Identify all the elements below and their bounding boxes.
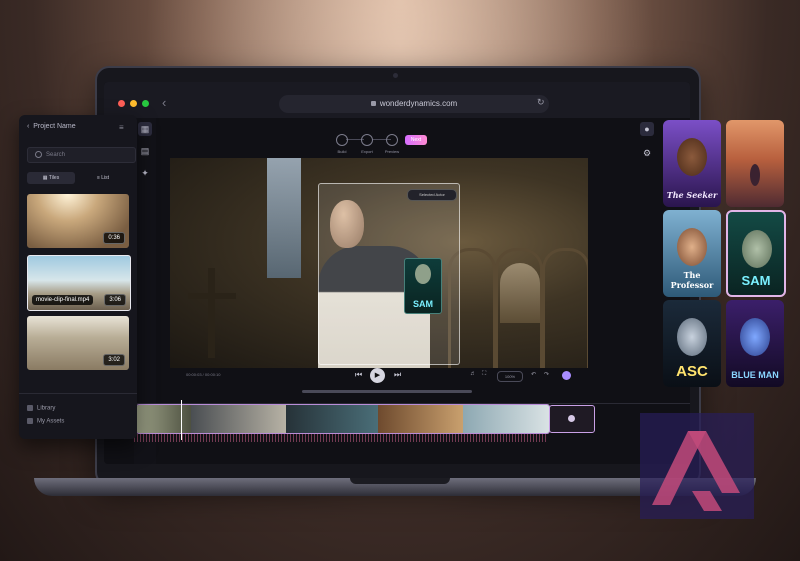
timeline-scrubber[interactable]	[302, 390, 472, 393]
character-figure	[677, 318, 707, 356]
sliders-icon[interactable]: ≡	[119, 123, 124, 132]
selected-actor-badge[interactable]: Selected Actor	[407, 189, 457, 201]
timeline-clip[interactable]	[378, 405, 463, 433]
list-icon: ≡	[96, 175, 100, 181]
character-name: The Professor	[670, 270, 714, 290]
stained-glass-window	[267, 158, 301, 278]
character-card-sam[interactable]: SAM	[726, 210, 786, 297]
character-figure	[677, 228, 707, 266]
arch	[495, 248, 543, 368]
character-card-blue-man[interactable]: BLUE MAN	[726, 300, 784, 387]
timeline-clip[interactable]	[463, 405, 549, 433]
back-arrow-icon[interactable]: ‹	[162, 95, 166, 110]
info-icon[interactable]	[562, 371, 571, 380]
character-name: ASC	[676, 363, 708, 380]
sam-character-thumbnail[interactable]: SAM	[404, 258, 442, 314]
clip-thumbnail[interactable]: 3:02	[27, 316, 129, 370]
audio-waveform	[134, 434, 548, 442]
skip-back-icon[interactable]: ⏮	[355, 370, 362, 380]
maximize-window-dot[interactable]	[142, 100, 149, 107]
character-figure	[750, 164, 760, 186]
clip-thumbnail-selected[interactable]: movie-clip-final.mp4 3:06	[27, 255, 131, 311]
laptop-notch	[350, 478, 450, 484]
mini-character-label: SAM	[413, 299, 433, 309]
character-figure	[740, 318, 770, 356]
clip-duration: 3:02	[103, 354, 125, 366]
settings-users-icon[interactable]: ⚙	[640, 146, 654, 160]
logo-watermark	[640, 413, 754, 519]
undo-icon[interactable]: ↶	[531, 371, 536, 378]
skip-forward-icon[interactable]: ⏭	[394, 370, 401, 380]
timeline-clip[interactable]	[286, 405, 378, 433]
add-clip-slot[interactable]	[549, 405, 595, 433]
character-card-asc[interactable]: ASC	[663, 300, 721, 387]
redo-icon[interactable]: ↷	[544, 371, 549, 378]
character-figure	[677, 138, 707, 176]
clip-duration: 3:06	[104, 294, 126, 306]
tab-tiles[interactable]: ▦ Tiles	[27, 172, 75, 184]
next-button[interactable]: Next	[405, 135, 427, 145]
back-chevron-icon[interactable]: ‹	[27, 123, 29, 130]
grid-icon[interactable]: ▤	[138, 144, 152, 158]
laptop-screen: ‹ wonderdynamics.com ↻ ▦ ▤ ✦ ● ⚙ Build E…	[104, 82, 690, 464]
url-text: wonderdynamics.com	[379, 99, 458, 108]
play-button[interactable]: ▶	[370, 368, 385, 383]
url-bar[interactable]: wonderdynamics.com	[279, 95, 549, 113]
tab-list[interactable]: ≡ List	[79, 172, 127, 184]
character-card-professor[interactable]: The Professor	[663, 210, 721, 297]
reload-icon[interactable]: ↻	[537, 97, 545, 108]
timeline-clip-strip[interactable]	[136, 404, 550, 434]
character-card-seeker[interactable]: The Seeker	[663, 120, 721, 207]
search-input[interactable]: Search	[27, 147, 136, 163]
cross-shape	[208, 268, 215, 358]
fullscreen-icon[interactable]: ⛶	[482, 371, 486, 378]
nav-library[interactable]: Library	[27, 405, 55, 412]
tiles-icon: ▦	[42, 175, 48, 181]
magic-wand-icon[interactable]: ✦	[138, 166, 152, 180]
arch	[542, 248, 588, 368]
clip-filename: movie-clip-final.mp4	[32, 295, 94, 305]
character-name: SAM	[741, 273, 771, 288]
character-card-sunset[interactable]	[726, 120, 784, 207]
lock-icon	[370, 101, 376, 107]
tab-label: List	[101, 175, 110, 181]
camera-dot	[393, 73, 398, 78]
clip-duration: 0:36	[103, 232, 125, 244]
nav-my-assets[interactable]: My Assets	[27, 418, 64, 425]
clip-thumbnail[interactable]: 0:36	[27, 194, 129, 248]
assets-icon	[27, 418, 33, 424]
project-panel: ‹ Project Name ≡ Search ▦ Tiles ≡ List 0…	[19, 115, 137, 439]
timeline-ruler	[134, 395, 690, 404]
add-icon	[568, 415, 575, 422]
timeline-clip[interactable]	[137, 405, 191, 433]
search-placeholder: Search	[46, 152, 66, 158]
minimize-window-dot[interactable]	[130, 100, 137, 107]
project-name: Project Name	[33, 123, 76, 130]
user-icon[interactable]: ●	[640, 122, 654, 136]
zoom-selector[interactable]: 100%	[497, 371, 523, 382]
cross-shape	[188, 293, 236, 299]
panel-divider	[19, 393, 137, 394]
character-name: The Seeker	[666, 190, 718, 200]
logo-icon	[652, 431, 740, 511]
browser-bar: ‹ wonderdynamics.com ↻	[104, 82, 690, 118]
character-figure	[742, 230, 772, 268]
nav-label: My Assets	[37, 418, 65, 425]
character-name: BLUE MAN	[731, 370, 779, 380]
step-label: Preview	[384, 149, 400, 154]
volume-icon[interactable]: ♬	[470, 371, 476, 377]
library-icon	[27, 405, 33, 411]
timecode: 00:00:03 / 00:00:10	[186, 372, 221, 377]
close-window-dot[interactable]	[118, 100, 125, 107]
nav-label: Library	[37, 405, 56, 412]
layers-icon[interactable]: ▦	[138, 122, 152, 136]
panel-header[interactable]: ‹ Project Name	[27, 123, 76, 130]
timeline-clip[interactable]	[191, 405, 286, 433]
tab-label: Tiles	[48, 175, 60, 181]
alien-figure	[415, 264, 431, 284]
search-icon	[35, 150, 42, 158]
step-circle	[386, 134, 398, 146]
